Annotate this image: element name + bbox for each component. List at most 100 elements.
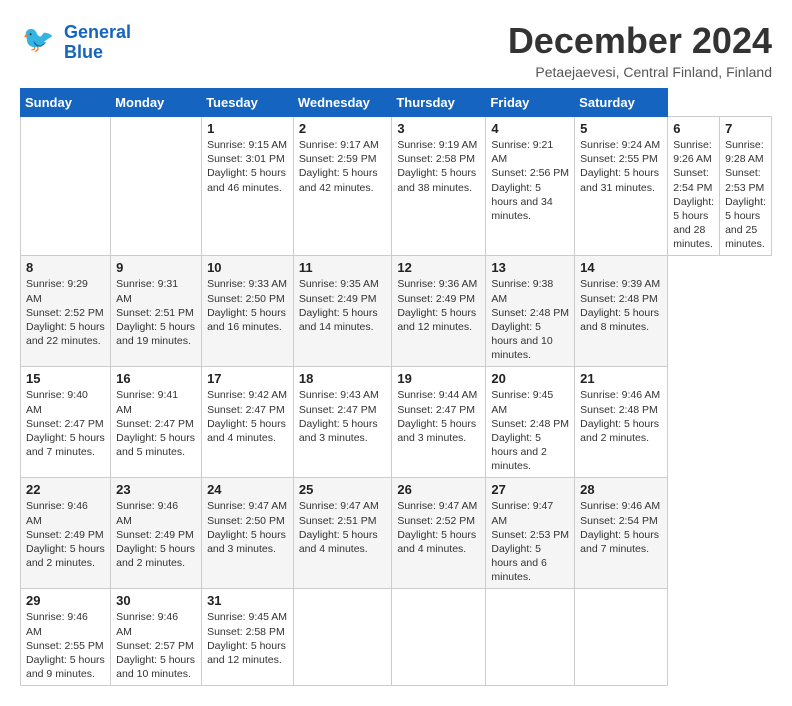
calendar-cell: 6 Sunrise: 9:26 AM Sunset: 2:54 PM Dayli… [668, 117, 720, 256]
day-info: Sunrise: 9:29 AM Sunset: 2:52 PM Dayligh… [26, 278, 105, 347]
day-number: 7 [725, 121, 766, 136]
day-info: Sunrise: 9:21 AM Sunset: 2:56 PM Dayligh… [491, 139, 569, 222]
month-title: December 2024 [508, 20, 772, 62]
day-number: 8 [26, 260, 105, 275]
calendar-cell: 5 Sunrise: 9:24 AM Sunset: 2:55 PM Dayli… [575, 117, 668, 256]
day-info: Sunrise: 9:36 AM Sunset: 2:49 PM Dayligh… [397, 278, 477, 333]
day-info: Sunrise: 9:26 AM Sunset: 2:54 PM Dayligh… [673, 139, 714, 250]
weekday-header-sunday: Sunday [21, 89, 111, 117]
day-info: Sunrise: 9:47 AM Sunset: 2:51 PM Dayligh… [299, 500, 379, 555]
page-header: 🐦 General Blue December 2024 Petaejaeves… [20, 20, 772, 80]
weekday-header-friday: Friday [486, 89, 575, 117]
title-block: December 2024 Petaejaevesi, Central Finl… [508, 20, 772, 80]
calendar-cell: 31 Sunrise: 9:45 AM Sunset: 2:58 PM Dayl… [202, 589, 294, 686]
calendar-cell: 10 Sunrise: 9:33 AM Sunset: 2:50 PM Dayl… [202, 256, 294, 367]
calendar-cell: 23 Sunrise: 9:46 AM Sunset: 2:49 PM Dayl… [111, 478, 202, 589]
calendar-week-row: 29 Sunrise: 9:46 AM Sunset: 2:55 PM Dayl… [21, 589, 772, 686]
day-info: Sunrise: 9:46 AM Sunset: 2:49 PM Dayligh… [26, 500, 105, 569]
day-number: 9 [116, 260, 196, 275]
day-info: Sunrise: 9:17 AM Sunset: 2:59 PM Dayligh… [299, 139, 379, 194]
day-number: 27 [491, 482, 569, 497]
calendar-cell: 19 Sunrise: 9:44 AM Sunset: 2:47 PM Dayl… [392, 367, 486, 478]
day-info: Sunrise: 9:46 AM Sunset: 2:55 PM Dayligh… [26, 611, 105, 680]
day-number: 21 [580, 371, 662, 386]
weekday-header-monday: Monday [111, 89, 202, 117]
calendar-header-row: SundayMondayTuesdayWednesdayThursdayFrid… [21, 89, 772, 117]
calendar-cell: 8 Sunrise: 9:29 AM Sunset: 2:52 PM Dayli… [21, 256, 111, 367]
day-number: 14 [580, 260, 662, 275]
calendar-cell: 30 Sunrise: 9:46 AM Sunset: 2:57 PM Dayl… [111, 589, 202, 686]
calendar-cell [486, 589, 575, 686]
calendar-cell: 1 Sunrise: 9:15 AM Sunset: 3:01 PM Dayli… [202, 117, 294, 256]
day-number: 24 [207, 482, 288, 497]
day-info: Sunrise: 9:38 AM Sunset: 2:48 PM Dayligh… [491, 278, 569, 361]
day-info: Sunrise: 9:42 AM Sunset: 2:47 PM Dayligh… [207, 389, 287, 444]
calendar-cell: 20 Sunrise: 9:45 AM Sunset: 2:48 PM Dayl… [486, 367, 575, 478]
calendar-cell: 26 Sunrise: 9:47 AM Sunset: 2:52 PM Dayl… [392, 478, 486, 589]
day-info: Sunrise: 9:33 AM Sunset: 2:50 PM Dayligh… [207, 278, 287, 333]
day-info: Sunrise: 9:39 AM Sunset: 2:48 PM Dayligh… [580, 278, 660, 333]
day-info: Sunrise: 9:47 AM Sunset: 2:50 PM Dayligh… [207, 500, 287, 555]
calendar-cell: 18 Sunrise: 9:43 AM Sunset: 2:47 PM Dayl… [293, 367, 392, 478]
weekday-header-wednesday: Wednesday [293, 89, 392, 117]
day-number: 31 [207, 593, 288, 608]
calendar-cell: 13 Sunrise: 9:38 AM Sunset: 2:48 PM Dayl… [486, 256, 575, 367]
calendar-week-row: 15 Sunrise: 9:40 AM Sunset: 2:47 PM Dayl… [21, 367, 772, 478]
day-info: Sunrise: 9:46 AM Sunset: 2:49 PM Dayligh… [116, 500, 195, 569]
calendar-cell: 24 Sunrise: 9:47 AM Sunset: 2:50 PM Dayl… [202, 478, 294, 589]
day-info: Sunrise: 9:19 AM Sunset: 2:58 PM Dayligh… [397, 139, 477, 194]
calendar-cell: 27 Sunrise: 9:47 AM Sunset: 2:53 PM Dayl… [486, 478, 575, 589]
calendar-cell: 25 Sunrise: 9:47 AM Sunset: 2:51 PM Dayl… [293, 478, 392, 589]
calendar-cell [21, 117, 111, 256]
day-info: Sunrise: 9:47 AM Sunset: 2:53 PM Dayligh… [491, 500, 569, 583]
day-info: Sunrise: 9:43 AM Sunset: 2:47 PM Dayligh… [299, 389, 379, 444]
calendar-table: SundayMondayTuesdayWednesdayThursdayFrid… [20, 88, 772, 686]
day-number: 19 [397, 371, 480, 386]
calendar-cell: 14 Sunrise: 9:39 AM Sunset: 2:48 PM Dayl… [575, 256, 668, 367]
day-number: 11 [299, 260, 387, 275]
calendar-cell: 15 Sunrise: 9:40 AM Sunset: 2:47 PM Dayl… [21, 367, 111, 478]
calendar-cell: 22 Sunrise: 9:46 AM Sunset: 2:49 PM Dayl… [21, 478, 111, 589]
calendar-cell: 16 Sunrise: 9:41 AM Sunset: 2:47 PM Dayl… [111, 367, 202, 478]
day-number: 12 [397, 260, 480, 275]
day-number: 4 [491, 121, 569, 136]
location-text: Petaejaevesi, Central Finland, Finland [508, 64, 772, 80]
calendar-cell: 21 Sunrise: 9:46 AM Sunset: 2:48 PM Dayl… [575, 367, 668, 478]
day-number: 15 [26, 371, 105, 386]
calendar-cell: 17 Sunrise: 9:42 AM Sunset: 2:47 PM Dayl… [202, 367, 294, 478]
calendar-cell [111, 117, 202, 256]
calendar-cell [392, 589, 486, 686]
day-number: 29 [26, 593, 105, 608]
day-number: 25 [299, 482, 387, 497]
day-number: 10 [207, 260, 288, 275]
day-number: 26 [397, 482, 480, 497]
day-info: Sunrise: 9:28 AM Sunset: 2:53 PM Dayligh… [725, 139, 766, 250]
day-number: 5 [580, 121, 662, 136]
day-info: Sunrise: 9:46 AM Sunset: 2:57 PM Dayligh… [116, 611, 195, 680]
day-info: Sunrise: 9:46 AM Sunset: 2:54 PM Dayligh… [580, 500, 660, 555]
logo-text: General Blue [64, 23, 131, 63]
day-number: 22 [26, 482, 105, 497]
day-number: 1 [207, 121, 288, 136]
calendar-cell [575, 589, 668, 686]
day-info: Sunrise: 9:41 AM Sunset: 2:47 PM Dayligh… [116, 389, 195, 458]
day-info: Sunrise: 9:31 AM Sunset: 2:51 PM Dayligh… [116, 278, 195, 347]
calendar-cell: 9 Sunrise: 9:31 AM Sunset: 2:51 PM Dayli… [111, 256, 202, 367]
calendar-cell: 11 Sunrise: 9:35 AM Sunset: 2:49 PM Dayl… [293, 256, 392, 367]
day-number: 2 [299, 121, 387, 136]
calendar-cell [293, 589, 392, 686]
calendar-cell: 4 Sunrise: 9:21 AM Sunset: 2:56 PM Dayli… [486, 117, 575, 256]
calendar-cell: 3 Sunrise: 9:19 AM Sunset: 2:58 PM Dayli… [392, 117, 486, 256]
weekday-header-thursday: Thursday [392, 89, 486, 117]
day-info: Sunrise: 9:35 AM Sunset: 2:49 PM Dayligh… [299, 278, 379, 333]
weekday-header-tuesday: Tuesday [202, 89, 294, 117]
calendar-cell: 7 Sunrise: 9:28 AM Sunset: 2:53 PM Dayli… [720, 117, 772, 256]
day-info: Sunrise: 9:47 AM Sunset: 2:52 PM Dayligh… [397, 500, 477, 555]
weekday-header-saturday: Saturday [575, 89, 668, 117]
day-info: Sunrise: 9:40 AM Sunset: 2:47 PM Dayligh… [26, 389, 105, 458]
calendar-week-row: 22 Sunrise: 9:46 AM Sunset: 2:49 PM Dayl… [21, 478, 772, 589]
calendar-cell: 28 Sunrise: 9:46 AM Sunset: 2:54 PM Dayl… [575, 478, 668, 589]
logo: 🐦 General Blue [20, 20, 131, 65]
calendar-week-row: 1 Sunrise: 9:15 AM Sunset: 3:01 PM Dayli… [21, 117, 772, 256]
svg-text:🐦: 🐦 [22, 24, 54, 54]
